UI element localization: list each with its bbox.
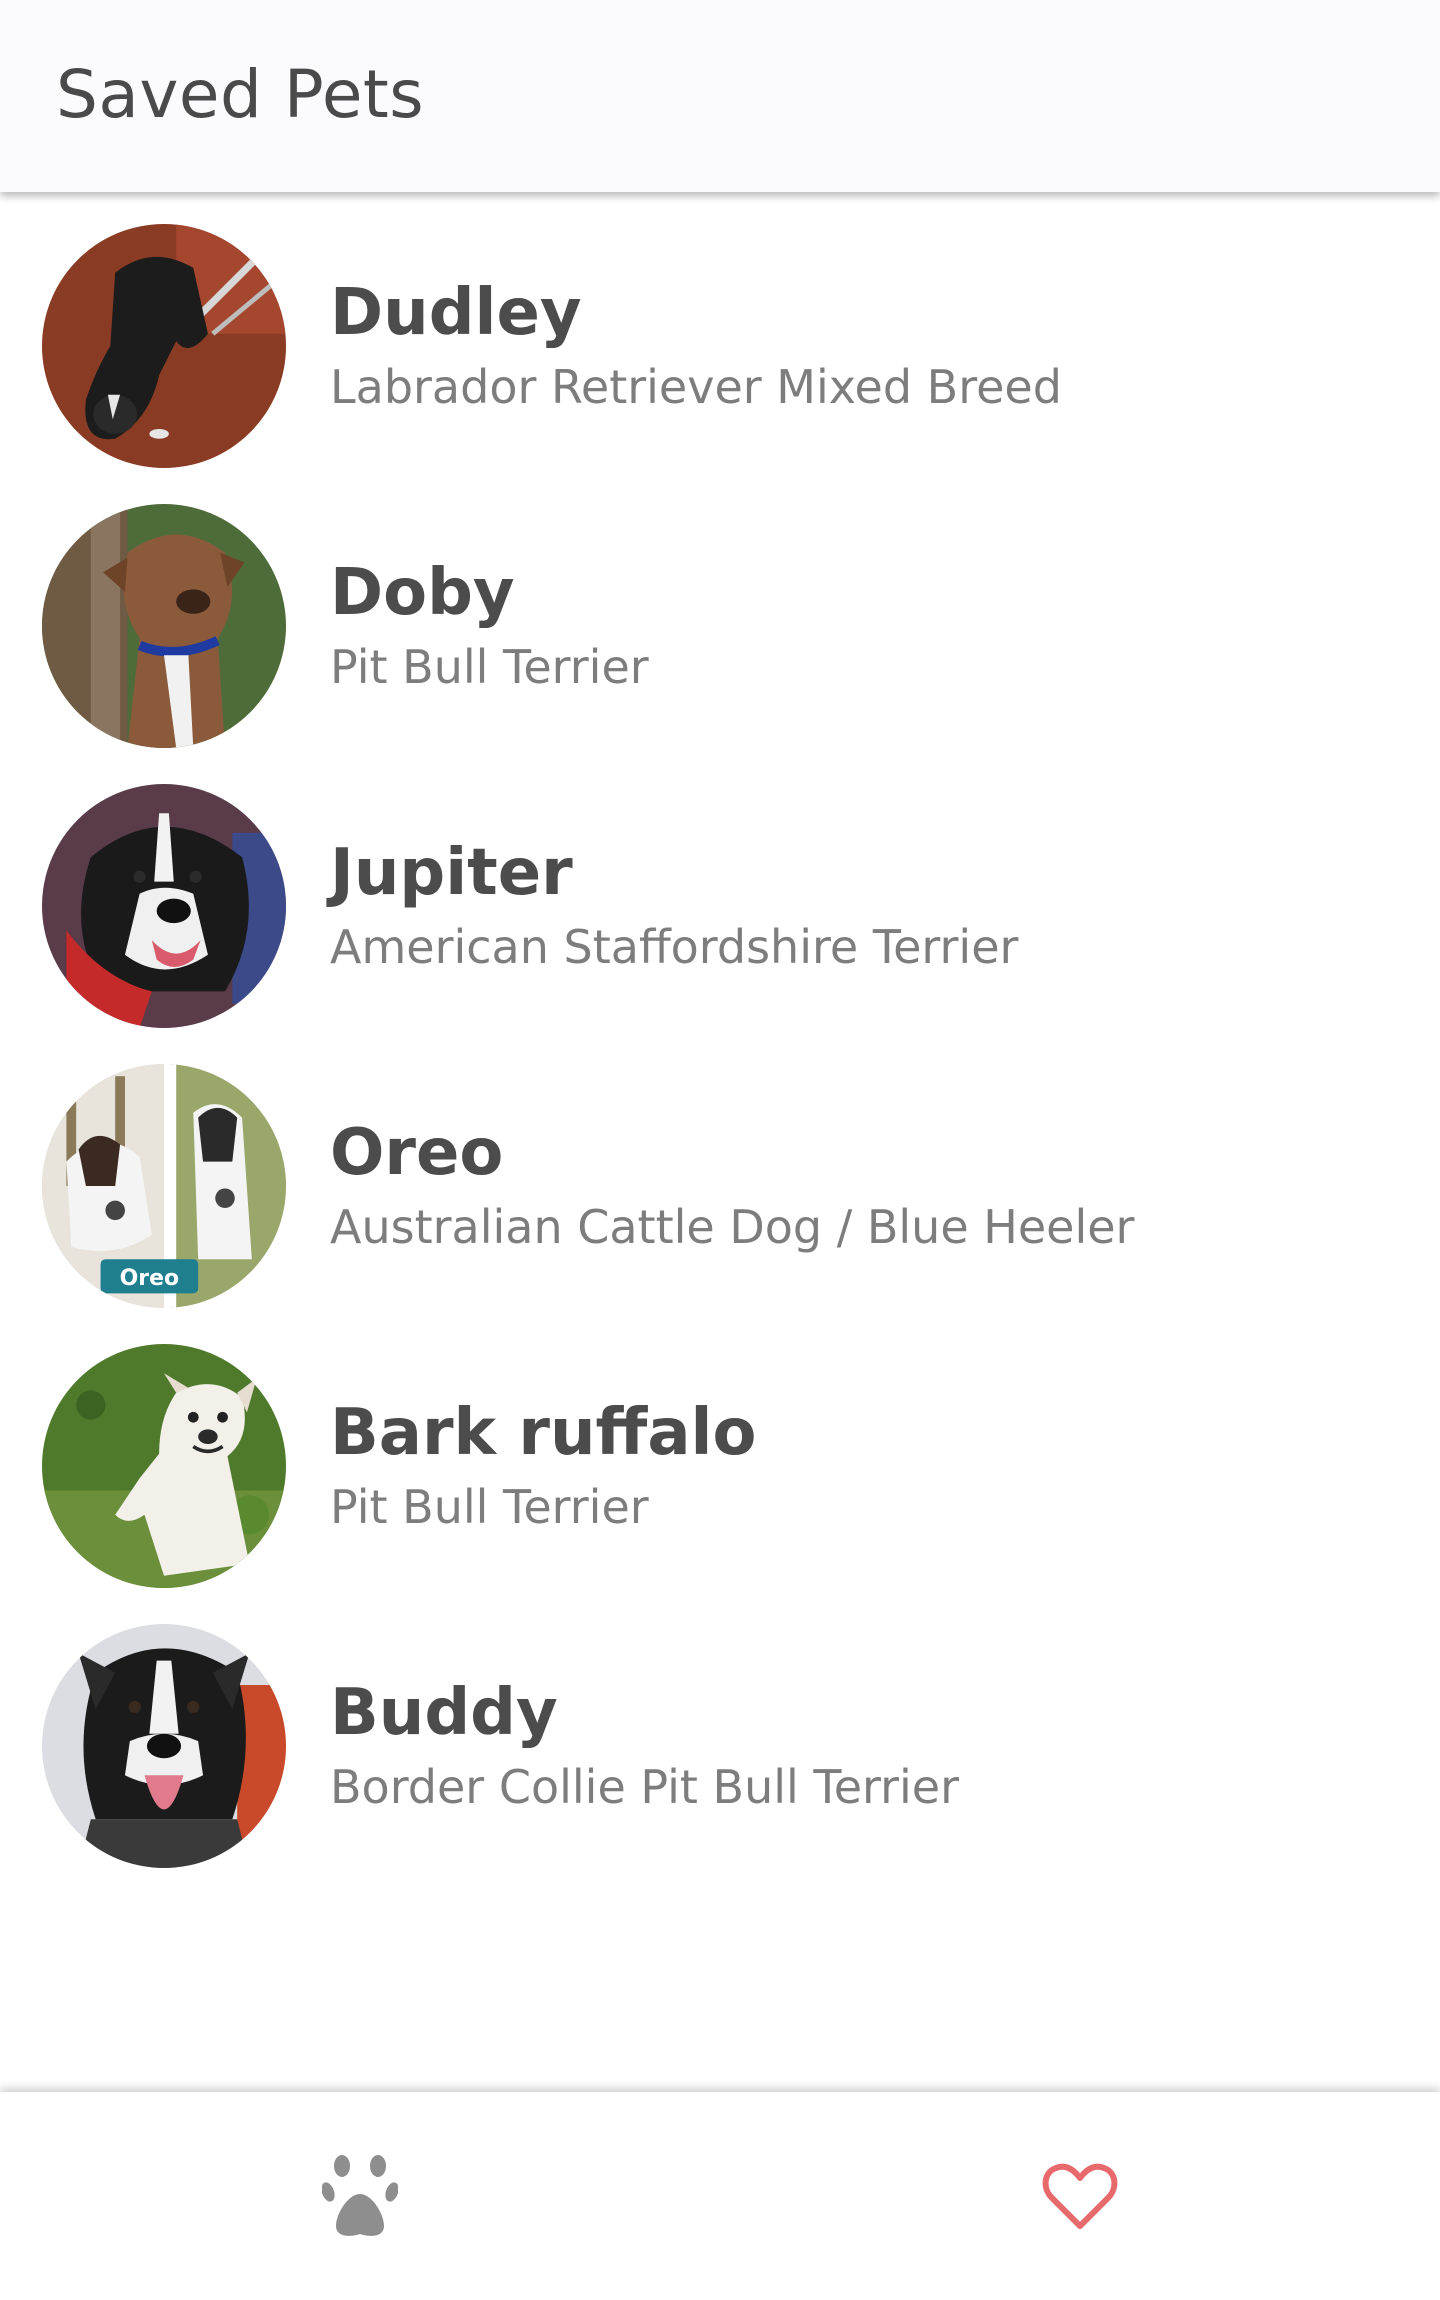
pet-breed: Australian Cattle Dog / Blue Heeler [330,1200,1135,1254]
page-title: Saved Pets [56,56,425,133]
saved-pets-list: Dudley Labrador Retriever Mixed Breed Do… [0,192,1440,1890]
pet-breed: Border Collie Pit Bull Terrier [330,1760,960,1814]
pet-name: Buddy [330,1676,558,1750]
app-header: Saved Pets [0,0,1440,192]
dog-photo-black-white-pitbull [42,1624,286,1868]
pet-list-item[interactable]: Dudley Labrador Retriever Mixed Breed [0,210,1440,490]
bottom-tab-bar [0,2092,1440,2300]
pet-breed: Pit Bull Terrier [330,1480,649,1534]
pet-name: Dudley [330,276,582,350]
tab-saved-pets[interactable] [720,2092,1440,2300]
dog-photo-white-pitbull [42,1344,286,1588]
pet-name: Jupiter [330,836,573,910]
dog-photo-black-lab [42,224,286,468]
dog-photo-heeler: Oreo [42,1064,286,1308]
pet-breed: Pit Bull Terrier [330,640,649,694]
pet-list-item[interactable]: Buddy Border Collie Pit Bull Terrier [0,1610,1440,1890]
pet-name: Doby [330,556,515,630]
pet-list-item[interactable]: Doby Pit Bull Terrier [0,490,1440,770]
pet-list-item[interactable]: Oreo Oreo Australian Cattle Dog / Blue H… [0,1050,1440,1330]
heart-icon [1042,2152,1118,2240]
pet-name: Bark ruffalo [330,1396,757,1470]
dog-photo-black-white-staffy [42,784,286,1028]
pet-breed: Labrador Retriever Mixed Breed [330,360,1062,414]
saved-pets-screen: Saved Pets Dudley Labrador Retriever Mix… [0,0,1440,2300]
pet-breed: American Staffordshire Terrier [330,920,1019,974]
pet-list-item[interactable]: Jupiter American Staffordshire Terrier [0,770,1440,1050]
paw-icon [322,2152,398,2240]
dog-photo-brown-pitbull [42,504,286,748]
tab-browse-pets[interactable] [0,2092,720,2300]
pet-name: Oreo [330,1116,504,1190]
photo-caption: Oreo [120,1266,179,1291]
pet-list-item[interactable]: Bark ruffalo Pit Bull Terrier [0,1330,1440,1610]
